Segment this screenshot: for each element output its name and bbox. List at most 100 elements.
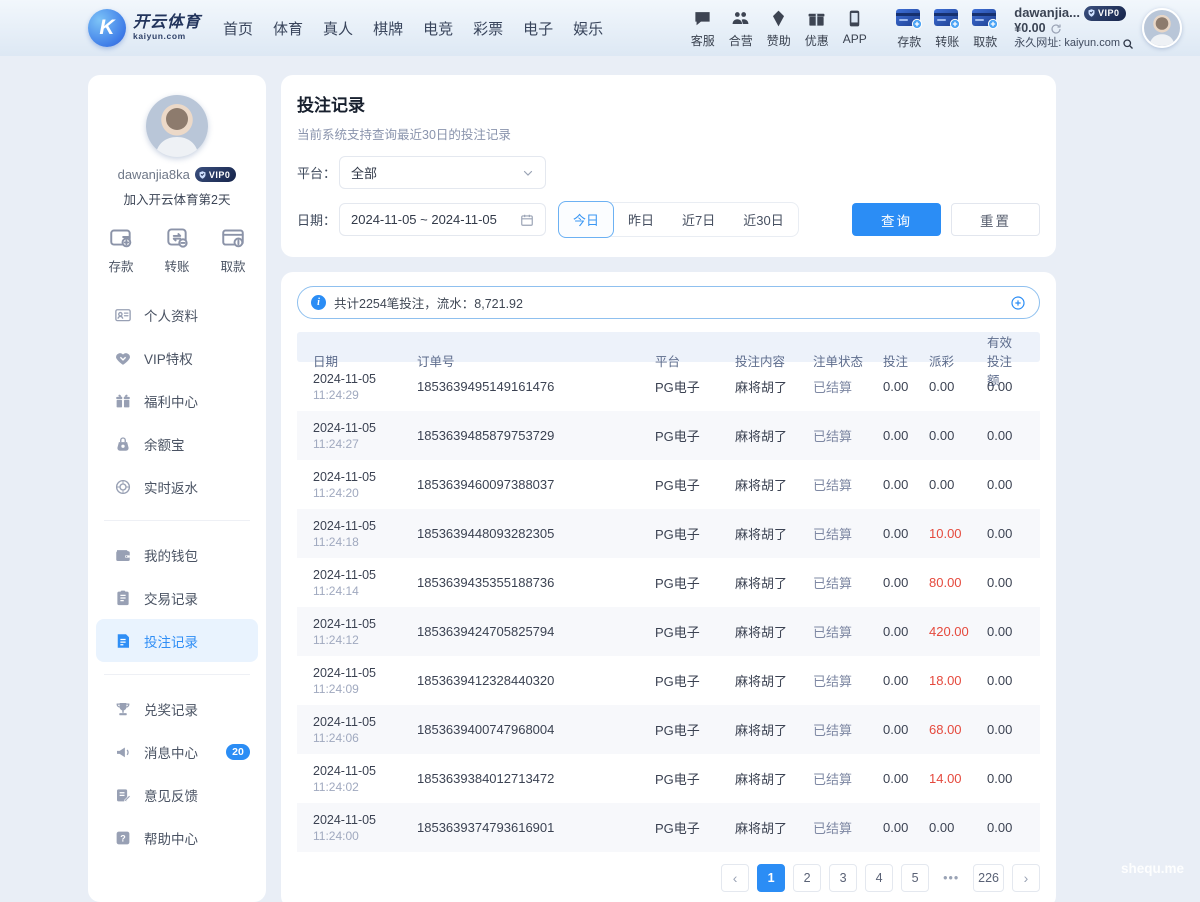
search-icon[interactable]: [1122, 38, 1134, 50]
valid-bet: 0.00: [987, 477, 1024, 492]
header-link-赞助[interactable]: 赞助: [760, 8, 797, 49]
page-button-226[interactable]: 226: [973, 864, 1004, 892]
user-info[interactable]: dawanjia... VIP0 ¥0.00 永久网址: kaiyun.com: [1014, 5, 1134, 51]
search-button[interactable]: 查询: [852, 203, 941, 236]
bet-content: 麻将胡了: [735, 622, 813, 641]
order-number: 1853639435355188736: [417, 575, 655, 590]
sidebar-item-福利中心[interactable]: 福利中心: [96, 379, 258, 422]
quick-action-转账[interactable]: 转账: [164, 224, 190, 275]
nav-item-2[interactable]: 体育: [263, 10, 313, 47]
header-link-APP[interactable]: APP: [836, 8, 873, 49]
expand-plus-icon[interactable]: [1010, 295, 1026, 311]
payout: 0.00: [929, 477, 987, 492]
status: 已结算: [813, 573, 883, 592]
sidebar-item-交易记录[interactable]: 交易记录: [96, 576, 258, 619]
quick-date-今日[interactable]: 今日: [558, 201, 614, 238]
header-wallet-转账[interactable]: 转账: [928, 6, 966, 50]
nav-item-6[interactable]: 彩票: [463, 10, 513, 47]
table-row[interactable]: 2024-11-0511:24:201853639460097388037PG电…: [297, 460, 1040, 509]
page-ellipsis[interactable]: •••: [937, 864, 965, 892]
sidebar-item-意见反馈[interactable]: 意见反馈: [96, 773, 258, 816]
table-row[interactable]: 2024-11-0511:24:001853639374793616901PG电…: [297, 803, 1040, 852]
header-wallet-存款[interactable]: 存款: [890, 6, 928, 50]
bet-content: 麻将胡了: [735, 671, 813, 690]
top-header: K 开云体育 kaiyun.com 首页体育真人棋牌电竞彩票电子娱乐 客服合营赞…: [0, 0, 1200, 56]
quick-date-近30日[interactable]: 近30日: [729, 202, 797, 237]
sidebar-item-我的钱包[interactable]: 我的钱包: [96, 533, 258, 576]
main-content: 投注记录 当前系统支持查询最近30日的投注记录 平台： 全部 日期： 2024-…: [281, 75, 1056, 902]
nav-item-4[interactable]: 棋牌: [363, 10, 413, 47]
nav-item-7[interactable]: 电子: [513, 10, 563, 47]
avatar[interactable]: [1142, 8, 1182, 48]
refresh-icon[interactable]: [1050, 23, 1062, 35]
payout: 14.00: [929, 771, 987, 786]
quick-date-近7日[interactable]: 近7日: [668, 202, 729, 237]
quick-action-存款[interactable]: 存款: [108, 224, 134, 275]
sidebar-item-个人资料[interactable]: 个人资料: [96, 293, 258, 336]
chat-icon: [693, 8, 712, 28]
sidebar-item-实时返水[interactable]: 实时返水: [96, 465, 258, 508]
sidebar-item-消息中心[interactable]: 消息中心20: [96, 730, 258, 773]
table-row[interactable]: 2024-11-0511:24:141853639435355188736PG电…: [297, 558, 1040, 607]
vip-icon: [114, 349, 132, 367]
site-url: 永久网址: kaiyun.com: [1014, 37, 1120, 51]
vip-shield-icon: [198, 170, 207, 180]
next-page-button[interactable]: ›: [1012, 864, 1040, 892]
nav-item-5[interactable]: 电竞: [413, 10, 463, 47]
table-row[interactable]: 2024-11-0511:24:121853639424705825794PG电…: [297, 607, 1040, 656]
bet-amount: 0.00: [883, 575, 929, 590]
valid-bet: 0.00: [987, 379, 1024, 394]
page-button-2[interactable]: 2: [793, 864, 821, 892]
sidebar-item-余额宝[interactable]: 余额宝: [96, 422, 258, 465]
valid-bet: 0.00: [987, 820, 1024, 835]
payout: 10.00: [929, 526, 987, 541]
platform-select[interactable]: 全部: [339, 156, 546, 189]
platform: PG电子: [655, 769, 735, 788]
profile-icon: [114, 306, 132, 324]
sidebar-item-VIP特权[interactable]: VIP特权: [96, 336, 258, 379]
sidebar-item-兑奖记录[interactable]: 兑奖记录: [96, 687, 258, 730]
page-button-5[interactable]: 5: [901, 864, 929, 892]
page-button-3[interactable]: 3: [829, 864, 857, 892]
prev-page-button[interactable]: ‹: [721, 864, 749, 892]
reset-button[interactable]: 重置: [951, 203, 1040, 236]
page-button-4[interactable]: 4: [865, 864, 893, 892]
header-wallet-取款[interactable]: 取款: [966, 6, 1004, 50]
wallet-icon: [114, 546, 132, 564]
site-logo[interactable]: K 开云体育 kaiyun.com: [88, 9, 201, 47]
table-row[interactable]: 2024-11-0511:24:021853639384012713472PG电…: [297, 754, 1040, 803]
table-row[interactable]: 2024-11-0511:24:271853639485879753729PG电…: [297, 411, 1040, 460]
summary-text: 共计2254笔投注，流水：8,721.92: [334, 293, 523, 312]
nav-item-1[interactable]: 首页: [213, 10, 263, 47]
date-range-input[interactable]: 2024-11-05 ~ 2024-11-05: [339, 203, 546, 236]
header-link-合营[interactable]: 合营: [722, 8, 759, 49]
quick-action-取款[interactable]: 取款: [220, 224, 246, 275]
table-row[interactable]: 2024-11-0511:24:061853639400747968004PG电…: [297, 705, 1040, 754]
main-nav: 首页体育真人棋牌电竞彩票电子娱乐: [213, 10, 613, 47]
page-button-1[interactable]: 1: [757, 864, 785, 892]
sidebar-item-帮助中心[interactable]: ?帮助中心: [96, 816, 258, 859]
platform: PG电子: [655, 524, 735, 543]
platform-label: 平台：: [297, 163, 339, 182]
header-link-客服[interactable]: 客服: [684, 8, 721, 49]
quick-date-昨日[interactable]: 昨日: [614, 202, 668, 237]
page-subtitle: 当前系统支持查询最近30日的投注记录: [297, 124, 1040, 143]
info-icon: i: [311, 295, 326, 310]
status: 已结算: [813, 475, 883, 494]
help-icon: ?: [114, 829, 132, 847]
nav-item-8[interactable]: 娱乐: [563, 10, 613, 47]
svg-text:?: ?: [120, 833, 126, 843]
nav-item-3[interactable]: 真人: [313, 10, 363, 47]
sidebar-item-投注记录[interactable]: 投注记录: [96, 619, 258, 662]
bet-content: 麻将胡了: [735, 720, 813, 739]
summary-bar: i 共计2254笔投注，流水：8,721.92: [297, 286, 1040, 319]
table-row[interactable]: 2024-11-0511:24:181853639448093282305PG电…: [297, 509, 1040, 558]
profile-avatar[interactable]: [146, 95, 208, 157]
header-link-优惠[interactable]: 优惠: [798, 8, 835, 49]
payout: 68.00: [929, 722, 987, 737]
divider: [104, 520, 250, 521]
pagination: ‹ 12345 ••• 226 ›: [297, 864, 1040, 902]
bet-content: 麻将胡了: [735, 573, 813, 592]
table-row[interactable]: 2024-11-0511:24:091853639412328440320PG电…: [297, 656, 1040, 705]
withdraw-icon: [220, 224, 246, 250]
